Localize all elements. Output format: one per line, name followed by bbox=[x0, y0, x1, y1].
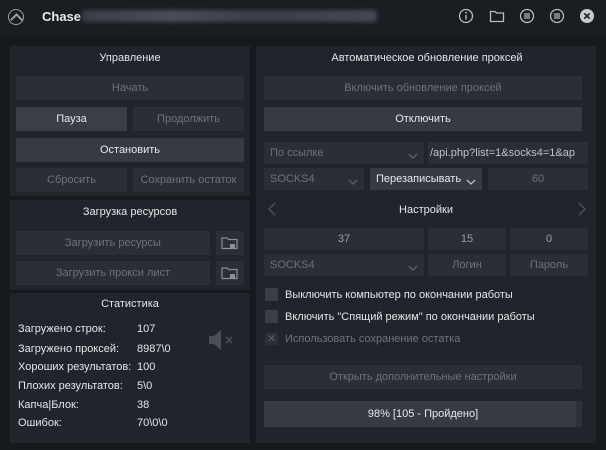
open-more-settings-button[interactable]: Открыть дополнительные настройки bbox=[264, 365, 582, 389]
autoproxy-header: Автоматическое обновление проксей bbox=[331, 52, 523, 64]
stat-label: Ошибок: bbox=[18, 417, 62, 429]
source-mode-select[interactable]: По ссылке bbox=[264, 142, 424, 164]
write-mode-value: Перезаписывать bbox=[376, 173, 462, 185]
chevron-down-icon bbox=[408, 147, 418, 159]
browse-proxy-button[interactable] bbox=[216, 261, 244, 285]
disable-autoproxy-button[interactable]: Отключить bbox=[264, 107, 582, 131]
save-rest-button[interactable]: Сохранить остаток bbox=[133, 168, 244, 192]
stat-label: Загружено строк: bbox=[18, 323, 106, 335]
checkbox-box[interactable]: ✕ bbox=[265, 332, 278, 345]
chevron-down-icon bbox=[466, 173, 476, 185]
chevron-left-icon[interactable] bbox=[266, 201, 278, 217]
progress-text: 98% [105 - Пройдено] bbox=[367, 408, 479, 420]
speaker-muted-icon[interactable] bbox=[206, 326, 236, 354]
enable-autoproxy-button[interactable]: Включить обновление проксей bbox=[264, 76, 582, 100]
use-save-label: Использовать сохранение остатка bbox=[285, 333, 461, 345]
start-button[interactable]: Начать bbox=[16, 76, 244, 100]
chevron-down-icon bbox=[348, 173, 358, 185]
stat-value: 100 bbox=[137, 361, 156, 373]
checkbox-box[interactable] bbox=[265, 310, 278, 323]
close-icon[interactable] bbox=[579, 8, 595, 24]
stat-value: 107 bbox=[137, 323, 156, 335]
password-input[interactable]: Пароль bbox=[510, 254, 588, 276]
checkbox-box[interactable] bbox=[265, 288, 278, 301]
chevron-right-icon[interactable] bbox=[576, 201, 588, 217]
proxy-url-input[interactable]: /api.php?list=1&socks4=1&ap bbox=[428, 142, 588, 164]
write-mode-select[interactable]: Перезаписывать bbox=[370, 168, 482, 190]
stat-label: Хороших результатов: bbox=[18, 361, 132, 373]
login-input[interactable]: Логин bbox=[428, 254, 506, 276]
stat-value: 5\0 bbox=[137, 380, 153, 392]
pause-button[interactable]: Пауза bbox=[16, 107, 127, 131]
browse-resources-button[interactable] bbox=[216, 231, 244, 255]
sleep-label: Включить "Спящий режим" по окончании раб… bbox=[285, 311, 535, 323]
folder-icon bbox=[221, 237, 238, 250]
folder-icon[interactable] bbox=[489, 8, 505, 24]
resources-header: Загрузка ресурсов bbox=[82, 206, 178, 218]
settings-proxy-type-value: SOCKS4 bbox=[270, 259, 315, 271]
retries-input[interactable]: 0 bbox=[510, 228, 588, 250]
stat-value: 70\0\0 bbox=[137, 417, 168, 429]
blurred-title-text bbox=[82, 10, 377, 22]
load-proxy-button[interactable]: Загрузить прокси лист bbox=[16, 261, 210, 285]
progress-bar: 98% [105 - Пройдено] bbox=[264, 401, 582, 427]
stat-label: Загружено проксей: bbox=[18, 343, 120, 355]
stop-button[interactable]: Остановить bbox=[16, 138, 244, 162]
reset-button[interactable]: Сбросить bbox=[16, 168, 127, 192]
control-header: Управление bbox=[99, 52, 161, 64]
settings-header: Настройки bbox=[399, 204, 453, 216]
cross-icon: ✕ bbox=[267, 333, 277, 345]
menu-list-icon[interactable] bbox=[519, 8, 535, 24]
stat-label: Капча|Блок: bbox=[18, 399, 79, 411]
info-icon[interactable] bbox=[458, 8, 474, 24]
app-title: Chase bbox=[42, 9, 82, 24]
interval-input[interactable]: 60 bbox=[488, 168, 588, 190]
stat-label: Плохих результатов: bbox=[18, 380, 123, 392]
folder-icon bbox=[221, 267, 238, 280]
app-logo-icon bbox=[8, 9, 24, 25]
settings-proxy-type-select[interactable]: SOCKS4 bbox=[264, 254, 424, 276]
title-bar: Chase bbox=[0, 0, 606, 34]
proxy-type-select[interactable]: SOCKS4 bbox=[264, 168, 364, 190]
shutdown-label: Выключить компьютер по окончании работы bbox=[285, 289, 513, 301]
source-mode-value: По ссылке bbox=[270, 147, 324, 159]
hamburger-icon[interactable] bbox=[549, 8, 565, 24]
timeout-input[interactable]: 15 bbox=[428, 228, 506, 250]
resume-button[interactable]: Продолжить bbox=[133, 107, 244, 131]
proxy-type-value: SOCKS4 bbox=[270, 173, 315, 185]
stat-value: 8987\0 bbox=[137, 343, 171, 355]
chevron-down-icon bbox=[408, 259, 418, 271]
stat-value: 38 bbox=[137, 399, 150, 411]
load-resources-button[interactable]: Загрузить ресурсы bbox=[16, 231, 210, 255]
stats-header: Статистика bbox=[101, 298, 159, 310]
threads-input[interactable]: 37 bbox=[264, 228, 424, 250]
